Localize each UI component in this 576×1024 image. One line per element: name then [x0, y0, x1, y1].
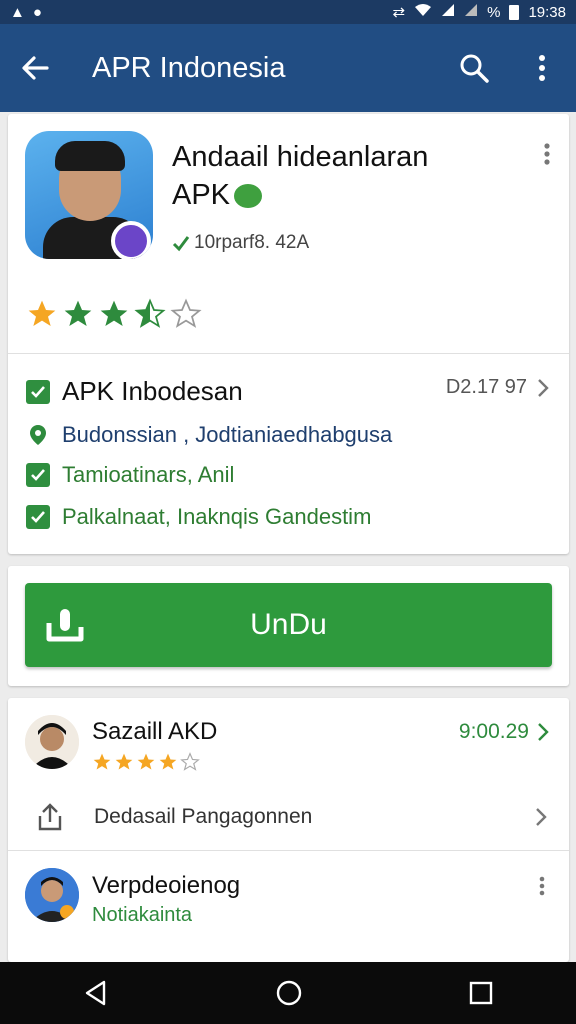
star-icon: [64, 300, 92, 326]
star-icon: [137, 753, 155, 770]
location-text: Budonssian , Jodtianiaedhabgusa: [62, 422, 393, 447]
share-icon: [38, 803, 62, 831]
review-date-text: 9:00.29: [458, 720, 529, 743]
reviewer-name: Verpdeoienog: [92, 872, 241, 899]
star-icon: [115, 753, 133, 770]
app-icon[interactable]: [25, 131, 153, 259]
notification-s-icon: ●: [32, 3, 42, 21]
empty-star-icon: [170, 298, 202, 328]
app-rating-stars: [26, 298, 202, 330]
download-count: 10rparf8. 42A: [172, 232, 309, 254]
star-icon: [28, 300, 56, 326]
signal-icon: [441, 3, 455, 21]
location-row: Budonssian , Jodtianiaedhabgusa: [26, 422, 392, 448]
star-icon: [159, 753, 177, 770]
chevron-right-icon: [538, 723, 549, 741]
system-nav-bar: [0, 962, 576, 1024]
reviewer-subtitle: Notiakainta: [92, 904, 193, 926]
star-icon: [93, 753, 111, 770]
feature-row-2: Palkalnaat, Inaknqis Gandestim: [26, 504, 371, 530]
overflow-menu-button[interactable]: [508, 24, 576, 112]
star-icon: [100, 300, 128, 326]
location-pin-icon: [30, 425, 46, 445]
checkbox-icon: [26, 505, 50, 529]
overflow-menu-icon: [539, 55, 545, 81]
feature-row-1: Tamioatinars, Anil: [26, 462, 234, 488]
app-name: Andaail hideanlaran APK: [172, 138, 502, 214]
avatar[interactable]: [25, 715, 79, 769]
battery-percent: %: [487, 3, 501, 21]
share-row-label: Dedasail Pangagonnen: [94, 805, 313, 828]
app-name-line2: APK: [172, 179, 231, 211]
checkbox-icon: [26, 379, 50, 404]
reviewer-name: Sazaill AKD: [92, 718, 218, 745]
download-button[interactable]: UnDu: [25, 583, 552, 667]
page-title: APR Indonesia: [92, 51, 286, 84]
chevron-right-icon: [538, 378, 549, 397]
apk-title: APK Inbodesan: [62, 376, 243, 406]
divider: [8, 353, 569, 354]
review-date[interactable]: 9:00.29: [459, 720, 549, 744]
review-rating-stars: [92, 752, 200, 772]
notification-a-icon: ▲: [10, 3, 25, 21]
chevron-right-icon: [536, 808, 547, 826]
feature-text-1: Tamioatinars, Anil: [62, 462, 235, 487]
status-time: 19:38: [528, 3, 566, 21]
check-icon: [172, 236, 190, 252]
review-menu-icon[interactable]: [537, 876, 547, 896]
divider: [8, 850, 569, 851]
nav-recents-icon[interactable]: [468, 980, 494, 1006]
download-hand-icon: [46, 609, 84, 642]
download-button-label: UnDu: [250, 608, 327, 641]
nav-home-icon[interactable]: [275, 979, 303, 1007]
app-name-line1: Andaail hideanlaran: [172, 141, 429, 173]
download-card: UnDu: [8, 566, 569, 686]
checkbox-icon: [26, 463, 50, 487]
app-bar: APR Indonesia: [0, 24, 576, 112]
app-card: Andaail hideanlaran APK 10rparf8. 42A AP…: [8, 114, 569, 554]
nav-back-icon[interactable]: [82, 979, 110, 1007]
download-count-text: 10rparf8. 42A: [194, 232, 310, 253]
emoji-icon: [234, 184, 263, 209]
wifi-icon: [414, 3, 432, 21]
empty-star-icon: [180, 752, 200, 771]
apk-version: D2.17 97: [445, 376, 527, 398]
signal-icon-2: [464, 3, 478, 21]
search-icon: [460, 54, 489, 83]
half-star-icon: [134, 298, 166, 328]
back-arrow-icon: [22, 56, 49, 80]
feature-text-2: Palkalnaat, Inaknqis Gandestim: [62, 504, 372, 529]
apk-info-row[interactable]: APK Inbodesan: [26, 376, 243, 407]
reviews-card: Sazaill AKD 9:00.29 Dedasail Pangagonnen…: [8, 698, 569, 962]
share-row[interactable]: Dedasail Pangagonnen: [8, 794, 569, 840]
sync-icon: ⇄: [392, 4, 406, 21]
search-button[interactable]: [440, 24, 508, 112]
avatar[interactable]: [25, 868, 79, 922]
app-card-menu-icon[interactable]: [539, 142, 555, 166]
apk-meta[interactable]: D2.17 97: [446, 376, 549, 399]
status-bar: ▲ ● ⇄ % 19:38: [0, 0, 576, 24]
battery-icon: [509, 4, 520, 20]
back-button[interactable]: [0, 24, 70, 112]
